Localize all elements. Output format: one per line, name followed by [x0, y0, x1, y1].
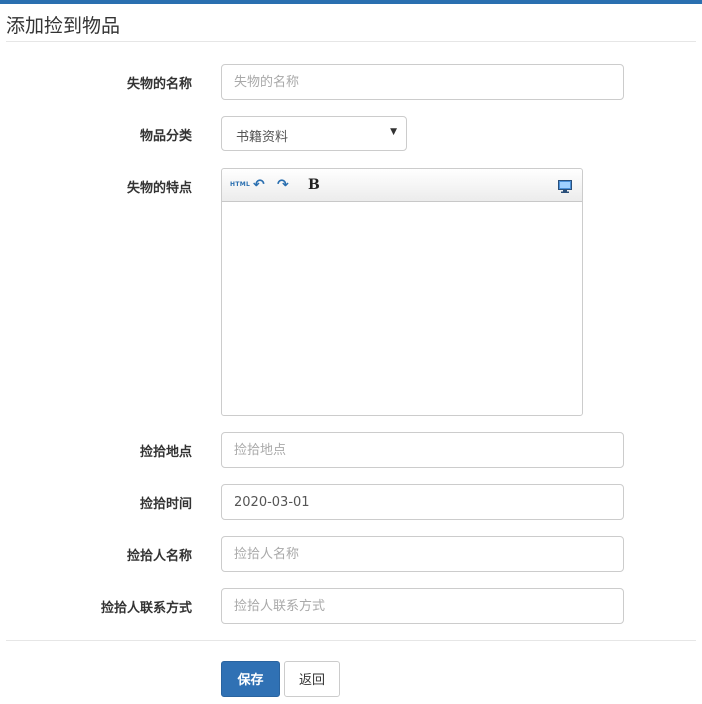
- chevron-down-icon: ▼: [390, 127, 397, 137]
- category-selected-value: 书籍资料: [236, 130, 289, 145]
- fullscreen-icon[interactable]: [558, 178, 572, 193]
- top-accent-bar: [0, 0, 702, 4]
- item-name-input[interactable]: [221, 64, 624, 100]
- features-label: 失物的特点: [126, 181, 192, 196]
- undo-icon[interactable]: ↶: [253, 175, 265, 195]
- editor-toolbar: HTML ↶ ↷ B: [222, 169, 582, 202]
- redo-icon[interactable]: ↷: [277, 175, 289, 195]
- finder-contact-input[interactable]: [221, 588, 624, 624]
- category-label: 物品分类: [139, 129, 192, 144]
- finder-contact-label: 捡拾人联系方式: [100, 601, 192, 616]
- item-name-label: 失物的名称: [126, 77, 192, 92]
- rich-text-editor: HTML ↶ ↷ B: [221, 168, 583, 416]
- finder-name-input[interactable]: [221, 536, 624, 572]
- html-icon[interactable]: HTML: [230, 175, 250, 195]
- found-location-label: 捡拾地点: [139, 445, 192, 460]
- title-divider: [6, 41, 696, 42]
- found-location-input[interactable]: [221, 432, 624, 468]
- found-time-input[interactable]: [221, 484, 624, 520]
- page-title: 添加捡到物品: [6, 15, 121, 37]
- category-select[interactable]: 书籍资料 ▼: [221, 116, 407, 151]
- save-button[interactable]: 保存: [221, 661, 280, 697]
- form-divider: [6, 640, 696, 641]
- editor-content-area[interactable]: [222, 202, 582, 415]
- bold-icon[interactable]: B: [308, 175, 320, 195]
- found-time-label: 捡拾时间: [139, 497, 192, 512]
- finder-name-label: 捡拾人名称: [126, 549, 192, 564]
- back-button[interactable]: 返回: [284, 661, 340, 697]
